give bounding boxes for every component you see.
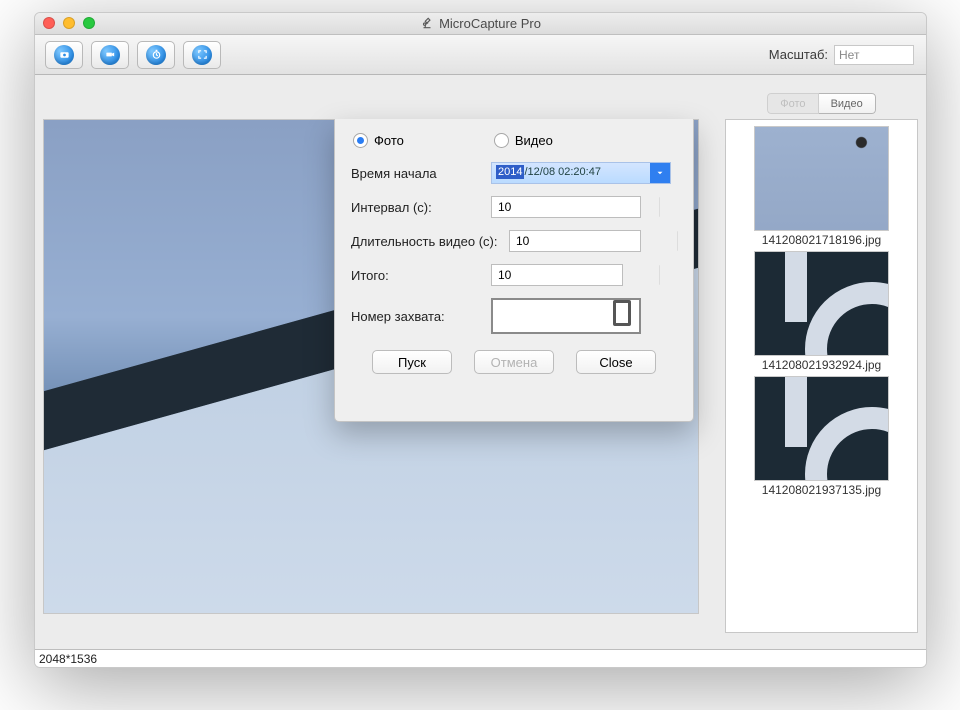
close-button[interactable]: Close	[576, 350, 656, 374]
scale-label: Масштаб:	[769, 47, 828, 62]
chevron-down-icon[interactable]	[650, 163, 670, 183]
mode-video-radio[interactable]: Видео	[494, 133, 553, 148]
mode-video-label: Видео	[515, 133, 553, 148]
thumbnail-caption: 141208021718196.jpg	[762, 233, 881, 247]
thumbnail-caption: 141208021932924.jpg	[762, 358, 881, 372]
interval-spinner[interactable]: ▲▼	[491, 196, 641, 218]
status-bar: 2048*1536	[35, 649, 926, 667]
capture-video-button[interactable]	[91, 41, 129, 69]
interval-label: Интервал (с):	[351, 200, 491, 215]
thumbnail-image	[754, 126, 889, 231]
thumbnail-image	[754, 376, 889, 481]
thumbnail-list[interactable]: 141208021718196.jpg 141208021932924.jpg …	[726, 120, 917, 632]
start-time-label: Время начала	[351, 166, 491, 181]
gallery-panel: 141208021718196.jpg 141208021932924.jpg …	[725, 119, 918, 633]
thumbnail-image	[754, 251, 889, 356]
tab-video[interactable]: Видео	[819, 93, 876, 114]
cancel-button[interactable]: Отмена	[474, 350, 554, 374]
gallery-tabs: Фото Видео	[767, 93, 875, 114]
radio-icon	[494, 133, 509, 148]
fullscreen-button[interactable]	[183, 41, 221, 69]
duration-label: Длительность видео (с):	[351, 234, 509, 249]
interval-input[interactable]	[492, 197, 659, 217]
timelapse-dialog: Фото Видео Время начала 2014/12/08 02:20…	[334, 119, 694, 422]
tab-photo[interactable]: Фото	[767, 93, 818, 114]
thumbnail-item[interactable]: 141208021937135.jpg	[732, 376, 911, 497]
window-title: MicroCapture Pro	[439, 16, 541, 31]
mode-photo-radio[interactable]: Фото	[353, 133, 404, 148]
app-window: MicroCapture Pro Масштаб:	[34, 12, 927, 668]
microscope-icon	[420, 15, 434, 32]
capture-photo-button[interactable]	[45, 41, 83, 69]
start-time-rest: /12/08 02:20:47	[524, 166, 600, 178]
mode-photo-label: Фото	[374, 133, 404, 148]
start-time-picker[interactable]: 2014/12/08 02:20:47	[491, 162, 671, 184]
thumbnail-item[interactable]: 141208021718196.jpg	[732, 126, 911, 247]
start-time-year: 2014	[496, 165, 524, 179]
scale-input[interactable]	[834, 45, 914, 65]
radio-icon	[353, 133, 368, 148]
total-input[interactable]	[492, 265, 659, 285]
titlebar: MicroCapture Pro	[35, 13, 926, 35]
capture-counter	[491, 298, 641, 334]
total-spinner[interactable]: ▲▼	[491, 264, 623, 286]
total-label: Итого:	[351, 268, 491, 283]
thumbnail-caption: 141208021937135.jpg	[762, 483, 881, 497]
resolution-text: 2048*1536	[39, 652, 97, 666]
duration-spinner[interactable]: ▲▼	[509, 230, 641, 252]
thumbnail-item[interactable]: 141208021932924.jpg	[732, 251, 911, 372]
toolbar: Масштаб:	[35, 35, 926, 75]
duration-input[interactable]	[510, 231, 677, 251]
capture-number-label: Номер захвата:	[351, 309, 491, 324]
timer-button[interactable]	[137, 41, 175, 69]
start-button[interactable]: Пуск	[372, 350, 452, 374]
